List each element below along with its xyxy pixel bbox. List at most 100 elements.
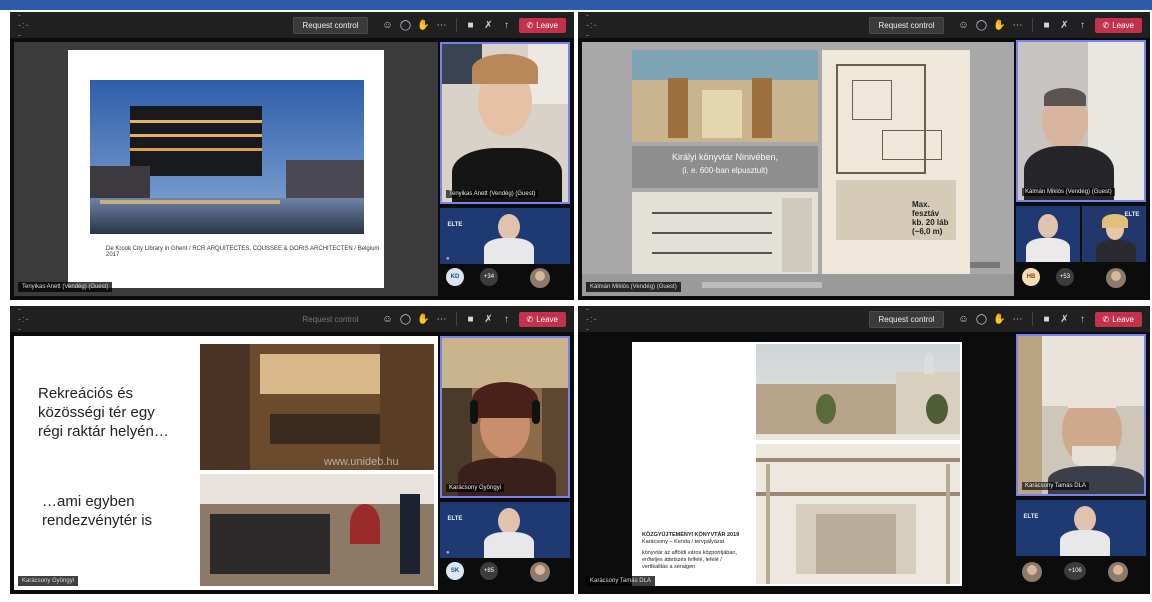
leave-button[interactable]: ✆ Leave xyxy=(1094,311,1142,327)
watermark: www.unideb.hu xyxy=(324,456,399,468)
shared-screen: De Krook City Library in Ghent / RCR ARQ… xyxy=(14,42,438,296)
chat-icon[interactable]: ◯ xyxy=(400,19,412,31)
meeting-window-3: --:-- Request control ☺ ◯ ✋ ⋯ ■ ✗ ↑ ✆ Lea… xyxy=(10,306,574,594)
speaker-tile-name: Karácsony Tamás DLA xyxy=(1022,482,1089,490)
leave-button[interactable]: ✆ Leave xyxy=(518,311,566,327)
slide-fresco-image xyxy=(632,50,818,142)
participant-thumbnail[interactable] xyxy=(530,268,550,288)
people-icon[interactable]: ☺ xyxy=(958,19,970,31)
slide-caption-box: Királyi könyvtár Ninivében, (i. e. 600-b… xyxy=(632,146,818,188)
request-control-button[interactable]: Request control xyxy=(869,310,944,328)
shared-screen: KÖZGYŰJTEMÉNYI KÖNYVTÁR 2019 Karácsony –… xyxy=(582,336,1014,590)
leave-button[interactable]: ✆ Leave xyxy=(1094,17,1142,33)
presenter-name-label: Tenyikas Anett (Vendég) (Guest) xyxy=(18,282,113,292)
participant-video-tile[interactable]: ELTE ● xyxy=(440,208,570,264)
meeting-toolbar: --:-- Request control ☺ ◯ ✋ ⋯ ■ ✗ ↑ ✆ Lea… xyxy=(578,306,1150,334)
participant-video-tile[interactable] xyxy=(1016,206,1080,262)
leave-label: Leave xyxy=(1112,314,1134,324)
leave-label: Leave xyxy=(1112,20,1134,30)
more-participants-button[interactable]: +106 xyxy=(1064,562,1086,580)
request-control-button[interactable]: Request control xyxy=(293,311,367,328)
mic-muted-icon[interactable]: ✗ xyxy=(483,313,495,325)
chat-icon[interactable]: ◯ xyxy=(976,19,988,31)
participant-thumbnail[interactable] xyxy=(1022,562,1042,582)
camera-icon[interactable]: ■ xyxy=(1041,19,1053,31)
call-timer: --:-- xyxy=(586,306,598,334)
speaker-body xyxy=(458,458,556,496)
slide-text-block: …ami egyben rendezvénytér is xyxy=(42,492,152,530)
more-options-icon[interactable]: ⋯ xyxy=(1012,19,1024,31)
speaker-video-tile[interactable]: Karácsony Tamás DLA xyxy=(1016,334,1146,496)
slide-floorplan: Max. fesztáv kb. 20 láb (~6,0 m) xyxy=(822,50,970,274)
more-participants-button[interactable]: +53 xyxy=(1056,268,1074,286)
participant-avatar[interactable]: HB xyxy=(1022,268,1040,286)
leave-button[interactable]: ✆ Leave xyxy=(518,17,566,33)
shared-slide: Rekreációs és közösségi tér egy régi rak… xyxy=(14,336,438,590)
phone-icon: ✆ xyxy=(1102,314,1110,324)
camera-icon[interactable]: ■ xyxy=(465,313,477,325)
phone-icon: ✆ xyxy=(1102,20,1110,30)
call-timer: --:-- xyxy=(586,12,598,40)
reactions-icon[interactable]: ✋ xyxy=(993,19,1005,31)
more-participants-button[interactable]: +34 xyxy=(480,268,498,286)
speaker-body xyxy=(1048,466,1144,494)
slide-text-block: Rekreációs és közösségi tér egy régi rak… xyxy=(38,384,169,441)
call-timer: --:-- xyxy=(18,12,30,40)
share-icon[interactable]: ↑ xyxy=(501,19,513,31)
mic-muted-icon[interactable]: ✗ xyxy=(1059,19,1071,31)
toolbar-divider xyxy=(455,312,457,326)
share-icon[interactable]: ↑ xyxy=(1077,313,1089,325)
participant-thumbnail[interactable] xyxy=(1106,268,1126,288)
mic-muted-icon[interactable]: ✗ xyxy=(483,19,495,31)
slide-photo-library xyxy=(90,80,364,234)
speaker-video-tile[interactable]: Kálmán Miklós (Vendég) (Guest) xyxy=(1016,40,1146,202)
more-options-icon[interactable]: ⋯ xyxy=(436,313,448,325)
slide-text-line: rendezvénytér is xyxy=(42,512,153,529)
speaker-video-tile[interactable]: Karácsony Gyöngyi xyxy=(440,336,570,498)
participant-thumbnail[interactable] xyxy=(530,562,550,582)
chat-icon[interactable]: ◯ xyxy=(976,313,988,325)
slide-text-line: …ami egyben xyxy=(42,493,135,510)
share-icon[interactable]: ↑ xyxy=(501,313,513,325)
participant-avatar[interactable]: KD xyxy=(446,268,464,286)
participant-video-tile[interactable]: ELTE xyxy=(1082,206,1146,262)
request-control-button[interactable]: Request control xyxy=(869,16,944,34)
speaker-video-tile[interactable]: Tenyikas Anett (Vendég) (Guest) xyxy=(440,42,570,204)
slide-text-line: könyvtár az afföldi város központjában, xyxy=(642,550,737,556)
camera-icon[interactable]: ■ xyxy=(1041,313,1053,325)
call-timer: --:-- xyxy=(18,306,30,334)
elte-logo: ELTE xyxy=(447,516,463,522)
phone-icon: ✆ xyxy=(526,20,534,30)
more-participants-button[interactable]: +85 xyxy=(480,562,498,580)
slide-span-note: Max. fesztáv kb. 20 láb (~6,0 m) xyxy=(912,200,948,236)
share-icon[interactable]: ↑ xyxy=(1077,19,1089,31)
reactions-icon[interactable]: ✋ xyxy=(993,313,1005,325)
slide-text-line: Karácsony – Kenda / tervpályázat xyxy=(642,539,725,545)
participant-video-tile[interactable]: ELTE ● xyxy=(440,502,570,558)
meeting-window-4: --:-- Request control ☺ ◯ ✋ ⋯ ■ ✗ ↑ ✆ Lea… xyxy=(578,306,1150,594)
presenter-name-label: Karácsony Gyöngyi xyxy=(18,576,79,586)
people-icon[interactable]: ☺ xyxy=(958,313,970,325)
speaker-tile-name: Kálmán Miklós (Vendég) (Guest) xyxy=(1022,188,1115,196)
slide-caption: De Krook City Library in Ghent / RCR ARQ… xyxy=(106,246,380,258)
meeting-window-2: --:-- Request control ☺ ◯ ✋ ⋯ ■ ✗ ↑ ✆ Lea… xyxy=(578,12,1150,300)
camera-icon[interactable]: ■ xyxy=(465,19,477,31)
participant-video-tile[interactable]: ELTE xyxy=(1016,500,1146,556)
slide-text-line: vertikalitás a séraigen xyxy=(642,564,696,570)
slide-text-line: Rekreációs és xyxy=(38,385,134,402)
reactions-icon[interactable]: ✋ xyxy=(417,313,429,325)
request-control-button[interactable]: Request control xyxy=(293,16,368,34)
meeting-toolbar: --:-- Request control ☺ ◯ ✋ ⋯ ■ ✗ ↑ ✆ Lea… xyxy=(10,306,574,334)
people-icon[interactable]: ☺ xyxy=(382,313,394,325)
mic-muted-icon[interactable]: ✗ xyxy=(1059,313,1071,325)
more-options-icon[interactable]: ⋯ xyxy=(436,19,448,31)
chat-icon[interactable]: ◯ xyxy=(400,313,412,325)
participant-thumbnail[interactable] xyxy=(1108,562,1128,582)
slide-shelves-drawing xyxy=(632,192,818,274)
participant-avatar[interactable]: SK xyxy=(446,562,464,580)
more-options-icon[interactable]: ⋯ xyxy=(1012,313,1024,325)
slide-text-line: erőteljes áttetszés felfelé, lefelé / xyxy=(642,557,722,563)
shared-screen: Királyi könyvtár Ninivében, (i. e. 600-b… xyxy=(582,42,1014,296)
reactions-icon[interactable]: ✋ xyxy=(417,19,429,31)
people-icon[interactable]: ☺ xyxy=(382,19,394,31)
